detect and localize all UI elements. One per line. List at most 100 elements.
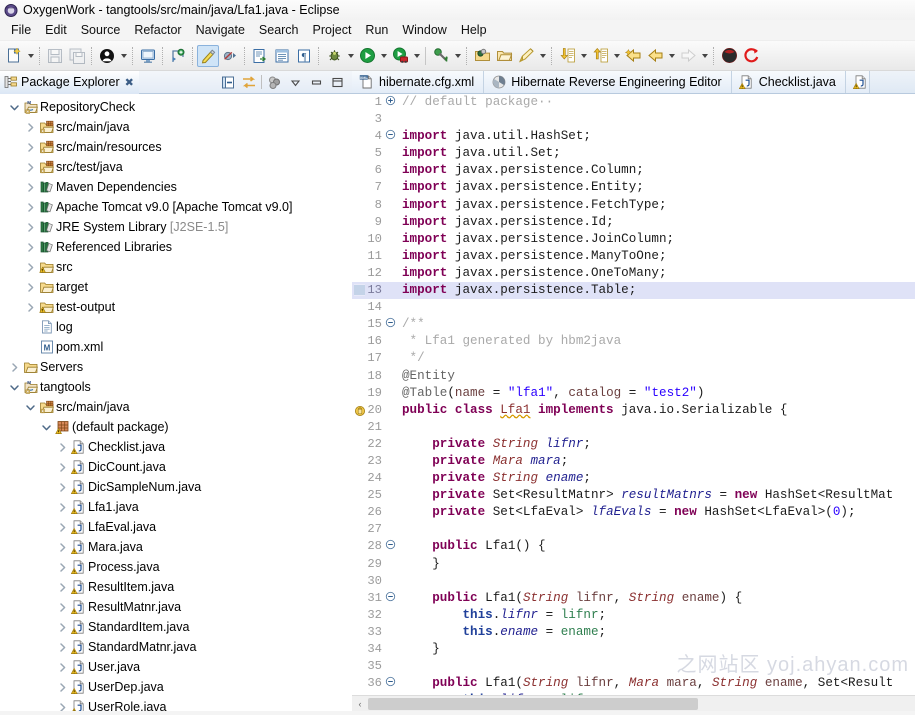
next-annotation-dropdown-icon[interactable] <box>578 45 589 67</box>
code-line[interactable]: 29 } <box>352 556 915 573</box>
chevron-right-icon[interactable] <box>22 202 38 213</box>
tab-package-explorer[interactable]: Package Explorer ✖ <box>0 70 139 94</box>
code-line[interactable]: 12 import javax.persistence.OneToMany; <box>352 265 915 282</box>
chevron-right-icon[interactable] <box>54 542 70 553</box>
skip-breakpoints-button[interactable] <box>219 45 241 67</box>
back-dropdown-icon[interactable] <box>666 45 677 67</box>
maximize-button[interactable] <box>328 73 346 91</box>
editor-tab[interactable]: Hibernate Reverse Engineering Editor <box>484 71 732 93</box>
menu-window[interactable]: Window <box>395 21 453 39</box>
menu-source[interactable]: Source <box>74 21 128 39</box>
tree-item[interactable]: log <box>0 317 352 337</box>
chevron-down-icon[interactable] <box>286 73 304 91</box>
external-tools-button[interactable] <box>430 45 452 67</box>
run-dropdown-icon[interactable] <box>378 45 389 67</box>
chevron-right-icon[interactable] <box>54 502 70 513</box>
tree-item[interactable]: Apache Tomcat v9.0 [Apache Tomcat v9.0] <box>0 197 352 217</box>
tree-item[interactable]: Lfa1.java <box>0 497 352 517</box>
user-button[interactable] <box>96 45 118 67</box>
tree-item[interactable]: Mpom.xml <box>0 337 352 357</box>
code-line[interactable]: 17 */ <box>352 350 915 367</box>
chevron-right-icon[interactable] <box>22 282 38 293</box>
code-line[interactable]: 32 this.lifnr = lifnr; <box>352 607 915 624</box>
fold-collapse-icon[interactable] <box>385 591 396 602</box>
new-annotation-button[interactable] <box>167 45 189 67</box>
code-line[interactable]: 16 * Lfa1 generated by hbm2java <box>352 333 915 350</box>
collapse-all-button[interactable] <box>219 73 237 91</box>
coverage-button[interactable] <box>389 45 411 67</box>
code-scroll-area[interactable]: 1// default package·· 3 4 import java.util.… <box>352 94 915 695</box>
chevron-right-icon[interactable] <box>54 662 70 673</box>
new-package-button[interactable] <box>471 45 493 67</box>
code-line[interactable]: 23 private Mara mara; <box>352 453 915 470</box>
next-annotation-button[interactable] <box>556 45 578 67</box>
fold-collapse-icon[interactable] <box>385 317 396 328</box>
chevron-right-icon[interactable] <box>54 442 70 453</box>
open-element-button[interactable] <box>271 45 293 67</box>
tree-item[interactable]: UserRole.java <box>0 697 352 711</box>
code-line[interactable]: 30 <box>352 573 915 590</box>
chevron-right-icon[interactable] <box>22 162 38 173</box>
code-line[interactable]: 13 import javax.persistence.Table; <box>352 282 915 300</box>
code-line[interactable]: 11 import javax.persistence.ManyToOne; <box>352 248 915 265</box>
save-button[interactable] <box>44 45 66 67</box>
tree-item[interactable]: DicCount.java <box>0 457 352 477</box>
code-line[interactable]: 6 import javax.persistence.Column; <box>352 162 915 179</box>
code-line[interactable]: 7 import javax.persistence.Entity; <box>352 179 915 196</box>
new-java-class-dropdown-icon[interactable] <box>537 45 548 67</box>
debug-button[interactable] <box>323 45 345 67</box>
chevron-right-icon[interactable] <box>54 482 70 493</box>
menu-search[interactable]: Search <box>252 21 306 39</box>
chevron-right-icon[interactable] <box>22 262 38 273</box>
new-wizard-dropdown-icon[interactable] <box>25 45 36 67</box>
tree-item[interactable]: Mara.java <box>0 537 352 557</box>
code-line[interactable]: 19 @Table(name = "lfa1", catalog = "test2… <box>352 385 915 402</box>
debug-dropdown-icon[interactable] <box>345 45 356 67</box>
chevron-right-icon[interactable] <box>54 702 70 711</box>
chevron-right-icon[interactable] <box>22 222 38 233</box>
chevron-down-icon[interactable] <box>6 382 22 393</box>
tree-item[interactable]: test-output <box>0 297 352 317</box>
scroll-left-button[interactable]: ‹ <box>352 696 368 712</box>
fold-collapse-icon[interactable] <box>385 129 396 140</box>
editor-tab[interactable]: XML hibernate.cfg.xml <box>352 71 485 93</box>
code-line[interactable]: 36 public Lfa1(String lifnr, Mara mara, … <box>352 675 915 692</box>
code-line[interactable]: 3 <box>352 111 915 128</box>
code-line[interactable]: 18 @Entity <box>352 368 915 385</box>
code-line[interactable]: 14 <box>352 299 915 316</box>
code-line[interactable]: 10 import javax.persistence.JoinColumn; <box>352 231 915 248</box>
horizontal-scrollbar[interactable]: ‹ <box>352 695 915 711</box>
chevron-right-icon[interactable] <box>22 122 38 133</box>
menu-run[interactable]: Run <box>358 21 395 39</box>
chevron-right-icon[interactable] <box>54 642 70 653</box>
menu-refactor[interactable]: Refactor <box>127 21 188 39</box>
editor-tab[interactable]: Checklist.java <box>731 71 846 93</box>
code-line[interactable]: 34 } <box>352 641 915 658</box>
code-line[interactable]: 1 // default package·· <box>352 94 915 111</box>
tree-item[interactable]: src/main/resources <box>0 137 352 157</box>
tree-item[interactable]: src <box>0 257 352 277</box>
tree-item[interactable]: Process.java <box>0 557 352 577</box>
previous-annotation-dropdown-icon[interactable] <box>611 45 622 67</box>
java-editor[interactable]: 1// default package·· 3 4 import java.util.… <box>352 94 915 695</box>
open-task-button[interactable] <box>249 45 271 67</box>
console-button[interactable] <box>137 45 159 67</box>
tree-item[interactable]: Referenced Libraries <box>0 237 352 257</box>
scrollbar-thumb[interactable] <box>368 697 698 710</box>
minimize-button[interactable] <box>307 73 325 91</box>
chevron-down-icon[interactable] <box>38 422 54 433</box>
chevron-right-icon[interactable] <box>22 182 38 193</box>
chevron-down-icon[interactable] <box>22 402 38 413</box>
code-line[interactable]: 22 private String lifnr; <box>352 436 915 453</box>
code-line[interactable]: 20 public class Lfa1 implements java.io.S… <box>352 402 915 419</box>
code-line[interactable]: 27 <box>352 521 915 538</box>
code-line[interactable]: 25 private Set<ResultMatnr> resultMatnrs… <box>352 487 915 504</box>
tree-item[interactable]: Checklist.java <box>0 437 352 457</box>
new-java-class-button[interactable] <box>515 45 537 67</box>
code-line[interactable]: 24 private String ename; <box>352 470 915 487</box>
code-line[interactable]: 33 this.ename = ename; <box>352 624 915 641</box>
fold-expand-icon[interactable] <box>385 95 396 106</box>
scrollbar-track[interactable] <box>368 695 915 711</box>
link-editor-button[interactable] <box>240 73 258 91</box>
tree-item[interactable]: JRE System Library [J2SE-1.5] <box>0 217 352 237</box>
